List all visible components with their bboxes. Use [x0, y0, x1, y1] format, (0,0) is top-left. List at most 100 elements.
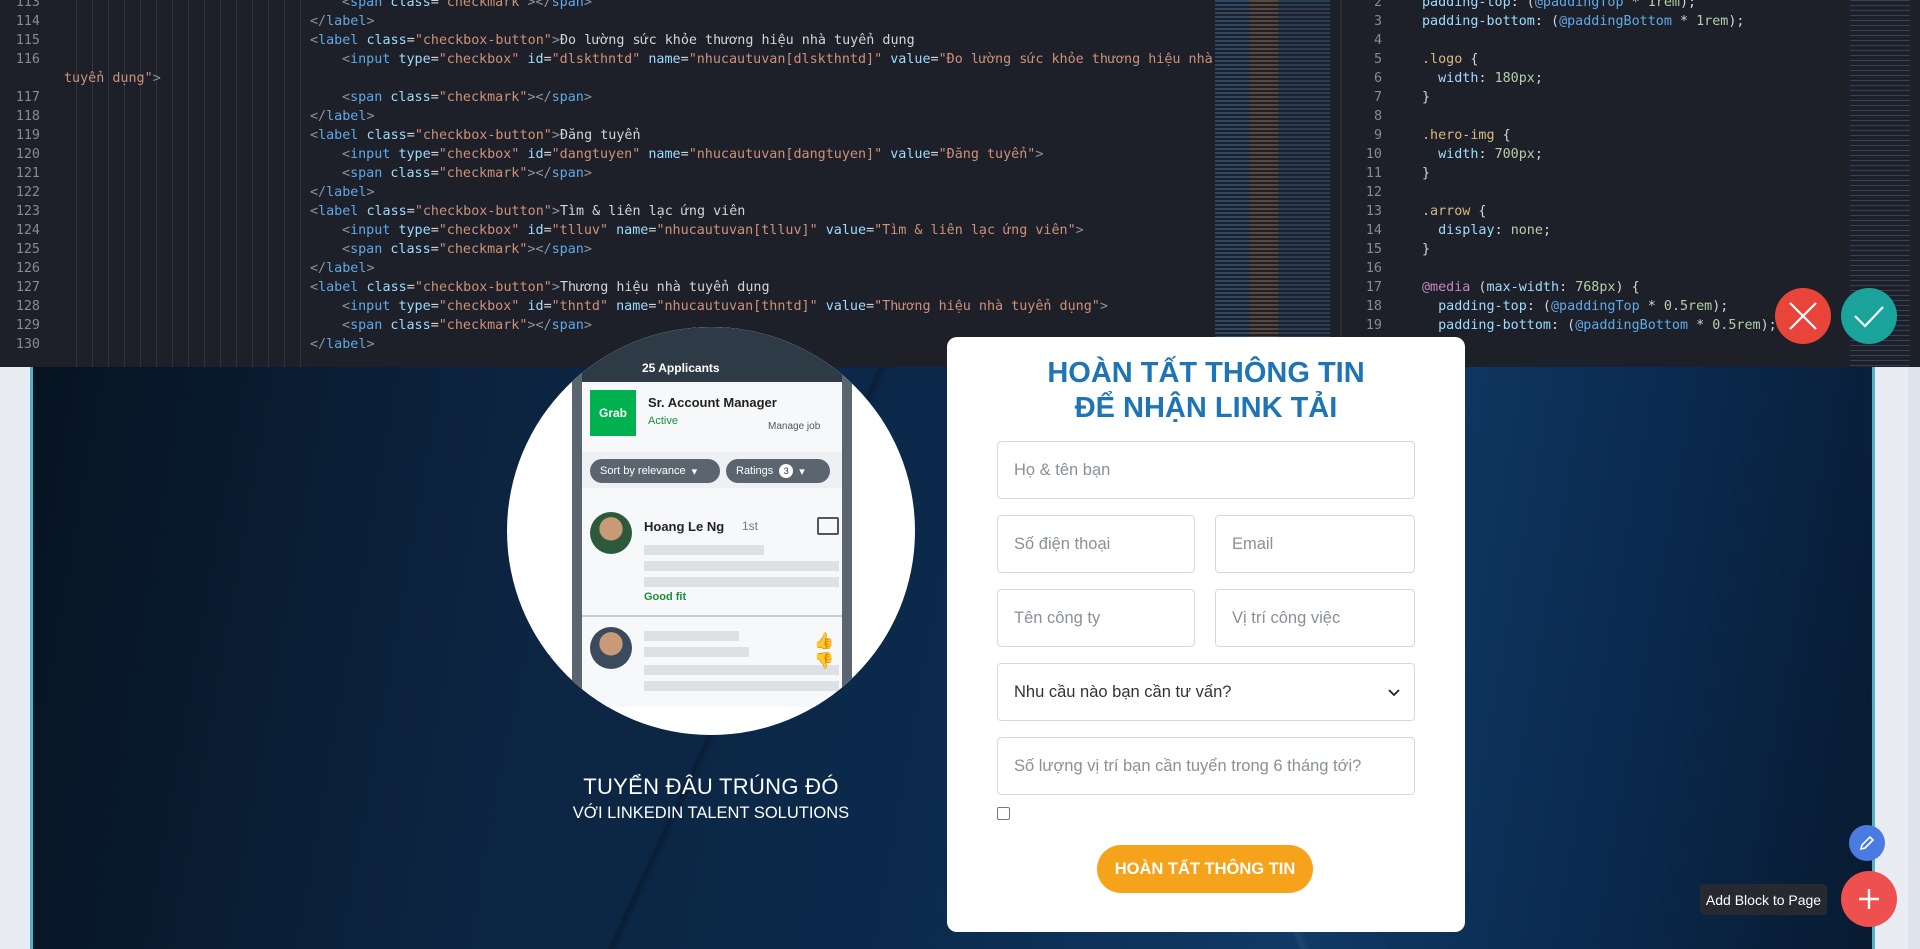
line-number: 18 [1365, 299, 1382, 314]
code-line: </label> [310, 337, 375, 352]
form-title-line-1: HOÀN TẤT THÔNG TIN [1047, 357, 1365, 389]
submit-button[interactable]: HOÀN TẤT THÔNG TIN [1097, 845, 1313, 893]
line-number: 3 [1373, 14, 1382, 29]
email-input[interactable]: Email [1215, 515, 1415, 573]
code-line: padding-bottom: (@paddingBottom * 0.5rem… [1438, 318, 1777, 333]
line-number: 8 [1373, 109, 1382, 124]
candidate-avatar [590, 512, 632, 554]
code-line: <span class="checkmark"></span> [342, 90, 592, 105]
html-minimap[interactable] [1215, 0, 1330, 367]
code-line: <span class="checkmark"></span> [342, 318, 592, 333]
edit-block-button[interactable] [1849, 825, 1885, 861]
line-number: 4 [1373, 33, 1382, 48]
code-line: width: 700px; [1438, 147, 1543, 162]
code-line: padding-top: (@paddingTop * 1rem); [1422, 0, 1697, 10]
line-number: 13 [1365, 204, 1382, 219]
line-number: 126 [15, 261, 40, 276]
sort-chip-label: Sort by relevance [600, 465, 686, 477]
code-line: </label> [310, 185, 375, 200]
line-number: 6 [1373, 71, 1382, 86]
grab-logo: Grab [590, 390, 636, 436]
consent-checkbox[interactable] [997, 807, 1010, 820]
candidate-name: Hoang Le Ng [644, 519, 725, 534]
hiring-count-input[interactable]: Số lượng vị trí bạn cần tuyển trong 6 th… [997, 737, 1415, 795]
code-line: <input type="checkbox" id="dangtuyen" na… [342, 147, 1044, 162]
hero-subtagline: VỚI LINKEDIN TALENT SOLUTIONS [572, 804, 850, 822]
need-select-value: Nhu cầu nào bạn cần tư vấn? [1014, 682, 1232, 701]
code-line: } [1422, 90, 1431, 105]
preview-scrollbar[interactable] [1908, 367, 1920, 949]
html-editor-pane[interactable]: 113 <span class="checkmark"></span> 114 </l… [0, 0, 1340, 367]
line-number: 123 [15, 204, 40, 219]
code-line: <span class="checkmark"></span> [342, 0, 592, 10]
code-line: <label class="checkbox-button">Thương hi… [310, 280, 770, 295]
code-line: @media (max-width: 768px) { [1422, 280, 1640, 295]
code-line: padding-top: (@paddingTop * 0.5rem); [1438, 299, 1729, 314]
need-select[interactable]: Nhu cầu nào bạn cần tư vấn? [997, 663, 1415, 721]
phone-header: 25 Applicants [582, 327, 842, 382]
code-line: display: none; [1438, 223, 1551, 238]
code-line: <span class="checkmark"></span> [342, 166, 592, 181]
line-number: 115 [15, 33, 40, 48]
code-line: <input type="checkbox" id="tlluv" name="… [342, 223, 1084, 238]
code-line: .hero-img { [1422, 128, 1511, 143]
code-line: <input type="checkbox" id="dlskthntd" na… [342, 52, 1213, 67]
hero-section[interactable]: 25 Applicants Grab Sr. Account Manager A… [30, 327, 1875, 949]
code-line: padding-bottom: (@paddingBottom * 1rem); [1422, 14, 1745, 29]
code-line: <span class="checkmark"></span> [342, 242, 592, 257]
ratings-chip: Ratings 3 ▾ [726, 459, 830, 483]
line-number: 120 [15, 147, 40, 162]
line-number: 125 [15, 242, 40, 257]
close-icon [1789, 302, 1817, 330]
indent-guides [76, 0, 306, 367]
code-line: tuyển dụng"> [64, 71, 161, 86]
code-line: <label class="checkbox-button">Đăng tuyể… [310, 128, 641, 143]
code-line: } [1422, 242, 1431, 257]
css-editor-pane[interactable]: 2 padding-top: (@paddingTop * 1rem); 3 padd… [1342, 0, 1920, 367]
candidate-degree: 1st [742, 519, 759, 533]
line-number: 9 [1373, 128, 1382, 143]
line-number: 12 [1365, 185, 1382, 200]
chevron-down-icon [1388, 689, 1400, 697]
line-number: 127 [15, 280, 40, 295]
phone-input[interactable]: Số điện thoại [997, 515, 1195, 573]
line-number: 19 [1365, 318, 1382, 333]
code-editor: 113 <span class="checkmark"></span> 114 </l… [0, 0, 1920, 367]
line-number: 17 [1365, 280, 1382, 295]
confirm-button[interactable] [1841, 288, 1897, 344]
page-preview: 25 Applicants Grab Sr. Account Manager A… [0, 327, 1920, 949]
line-number: 15 [1365, 242, 1382, 257]
code-line: </label> [310, 14, 375, 29]
ratings-count: 3 [779, 464, 794, 478]
position-input[interactable]: Vị trí công việc [1215, 589, 1415, 647]
add-block-button[interactable] [1841, 871, 1897, 927]
line-number: 16 [1365, 261, 1382, 276]
line-number: 122 [15, 185, 40, 200]
sort-chip: Sort by relevance ▾ [590, 459, 720, 483]
pencil-icon [1859, 835, 1875, 851]
fullname-input[interactable]: Họ & tên bạn [997, 441, 1415, 499]
line-number: 5 [1373, 52, 1382, 67]
code-line: <label class="checkbox-button">Tìm & liê… [310, 204, 746, 219]
line-number: 11 [1365, 166, 1382, 181]
company-input[interactable]: Tên công ty [997, 589, 1195, 647]
message-icon [817, 517, 839, 535]
add-block-tooltip: Add Block to Page [1700, 884, 1827, 915]
line-number: 10 [1365, 147, 1382, 162]
line-number: 2 [1373, 0, 1382, 10]
line-number: 7 [1373, 90, 1382, 105]
code-line: </label> [310, 261, 375, 276]
code-line: width: 180px; [1438, 71, 1543, 86]
code-line: </label> [310, 109, 375, 124]
job-status: Active [648, 415, 678, 427]
cancel-button[interactable] [1775, 288, 1831, 344]
candidate-avatar-2 [590, 627, 632, 669]
phone-mockup: 25 Applicants Grab Sr. Account Manager A… [572, 327, 852, 707]
code-line: } [1422, 166, 1431, 181]
line-number: 14 [1365, 223, 1382, 238]
line-number: 118 [15, 109, 40, 124]
line-number: 119 [15, 128, 40, 143]
line-number: 117 [15, 90, 40, 105]
code-line: .arrow { [1422, 204, 1487, 219]
code-line: <input type="checkbox" id="thntd" name="… [342, 299, 1108, 314]
